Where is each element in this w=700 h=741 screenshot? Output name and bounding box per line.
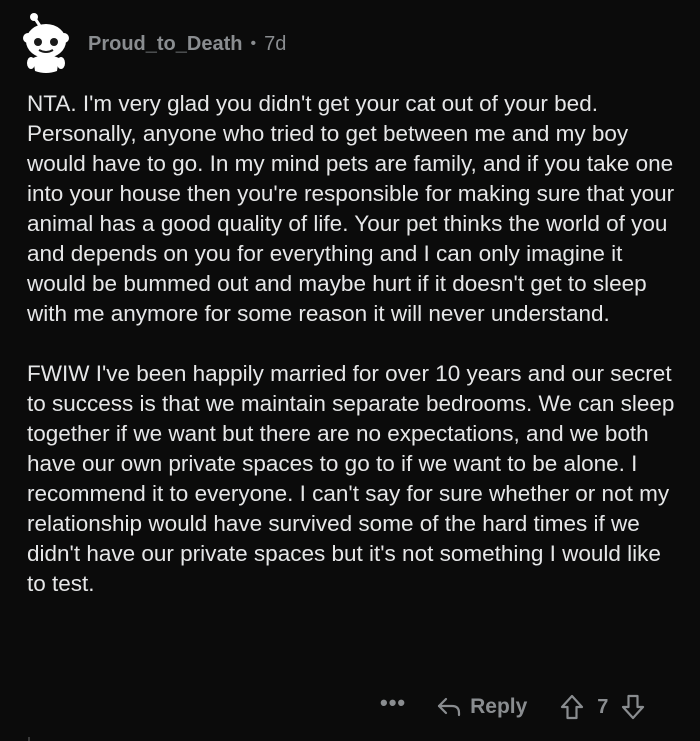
meta-separator: • bbox=[250, 35, 257, 52]
upvote-arrow-icon[interactable] bbox=[559, 693, 585, 721]
reply-label: Reply bbox=[470, 695, 528, 718]
comment-age: 7d bbox=[264, 32, 287, 55]
comment-paragraph: NTA. I'm very glad you didn't get your c… bbox=[27, 91, 675, 326]
comment-header: Proud_to_Death • 7d bbox=[18, 13, 287, 75]
vote-controls: 7 bbox=[559, 693, 646, 721]
comment-card: Proud_to_Death • 7d NTA. I'm very glad y… bbox=[0, 0, 700, 741]
downvote-arrow-icon[interactable] bbox=[620, 693, 646, 721]
comment-author[interactable]: Proud_to_Death bbox=[88, 33, 242, 56]
reply-arrow-icon bbox=[438, 697, 461, 717]
comment-paragraph: FWIW I've been happily married for over … bbox=[27, 361, 675, 596]
comment-actions: ••• Reply 7 bbox=[380, 690, 646, 724]
reply-button[interactable]: Reply bbox=[436, 695, 527, 719]
vote-score: 7 bbox=[597, 695, 609, 718]
snoo-avatar-icon[interactable] bbox=[18, 13, 74, 75]
more-options-button[interactable]: ••• bbox=[380, 692, 406, 722]
thread-line bbox=[28, 737, 30, 741]
comment-body: NTA. I'm very glad you didn't get your c… bbox=[27, 89, 677, 599]
